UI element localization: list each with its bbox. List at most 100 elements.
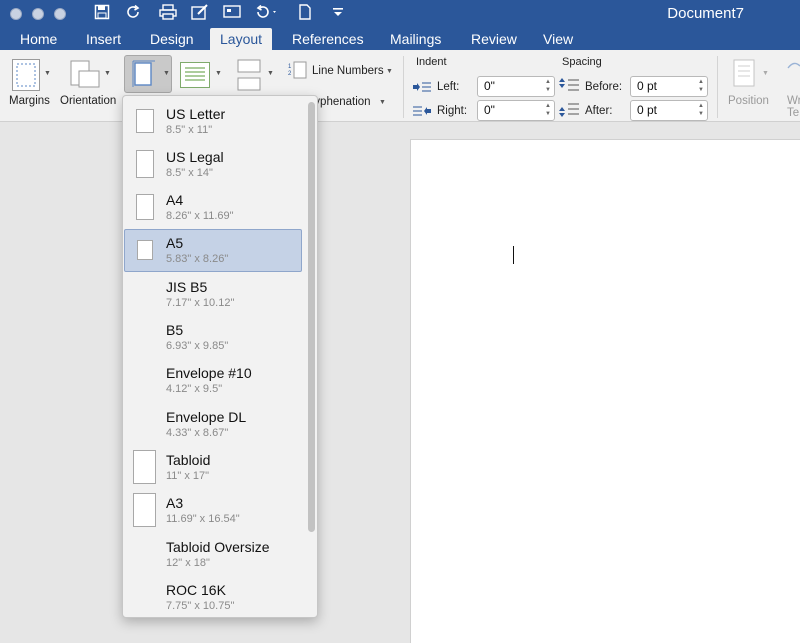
line-numbers-caret-icon[interactable]: ▼ <box>386 68 393 75</box>
item-name: Envelope DL <box>166 409 247 425</box>
hyphenation-caret-icon[interactable]: ▼ <box>379 99 386 106</box>
indent-left-field[interactable]: 0" ▲ ▼ <box>477 76 555 97</box>
spacing-before-label: Before: <box>585 81 623 93</box>
menu-item-envelope-10[interactable]: Envelope #10 4.12" x 9.5" <box>124 359 302 402</box>
svg-text:2: 2 <box>288 71 292 77</box>
document-page[interactable] <box>410 139 800 643</box>
position-icon[interactable] <box>732 58 758 93</box>
item-size: 8.5" x 14" <box>166 167 213 179</box>
close-window-button[interactable] <box>10 8 22 20</box>
tab-view[interactable]: View <box>533 28 583 50</box>
menu-item-b5[interactable]: B5 6.93" x 9.85" <box>124 316 302 359</box>
menu-scrollbar-thumb[interactable] <box>308 102 315 532</box>
indent-right-label: Right: <box>437 105 468 117</box>
page-thumbnail-icon <box>133 450 156 484</box>
tab-layout[interactable]: Layout <box>210 28 273 50</box>
menu-item-roc-16k[interactable]: ROC 16K 7.75" x 10.75" <box>124 576 302 617</box>
menu-item-us-letter[interactable]: US Letter 8.5" x 11" <box>124 100 302 143</box>
item-size: 8.26" x 11.69" <box>166 210 234 222</box>
page-thumbnail-icon <box>133 493 156 527</box>
tab-mailings[interactable]: Mailings <box>380 28 451 50</box>
size-caret-icon: ▼ <box>163 70 170 77</box>
orientation-caret-icon[interactable]: ▼ <box>104 70 111 77</box>
item-name: Tabloid <box>166 452 211 468</box>
spacing-after-value: 0 pt <box>637 103 658 117</box>
spacing-before-value: 0 pt <box>637 79 658 93</box>
zoom-window-button[interactable] <box>54 8 66 20</box>
menu-item-tabloid[interactable]: Tabloid 11" x 17" <box>124 446 302 489</box>
tab-insert[interactable]: Insert <box>76 28 131 50</box>
tab-home[interactable]: Home <box>10 28 67 50</box>
breaks-icon[interactable] <box>236 58 262 97</box>
ribbon-separator <box>403 56 404 118</box>
tab-design[interactable]: Design <box>140 28 204 50</box>
minimize-window-button[interactable] <box>32 8 44 20</box>
spacing-before-icon <box>559 77 579 100</box>
position-caret-icon[interactable]: ▼ <box>762 70 769 77</box>
menu-item-us-legal[interactable]: US Legal 8.5" x 14" <box>124 143 302 186</box>
item-name: A3 <box>166 495 184 511</box>
svg-text:1: 1 <box>288 64 292 70</box>
spacing-title: Spacing <box>562 56 602 68</box>
page-size-menu: US Letter 8.5" x 11" US Legal 8.5" x 14"… <box>122 95 318 618</box>
item-size: 11" x 17" <box>166 470 210 482</box>
new-document-icon[interactable] <box>298 4 312 25</box>
position-label[interactable]: Position <box>728 95 769 107</box>
menu-item-jis-b5[interactable]: JIS B5 7.17" x 10.12" <box>124 273 302 316</box>
redo-icon[interactable] <box>126 4 142 25</box>
item-size: 5.83" x 8.26" <box>166 253 229 265</box>
item-size: 4.12" x 9.5" <box>166 383 223 395</box>
spacing-before-field[interactable]: 0 pt ▲ ▼ <box>630 76 708 97</box>
indent-left-label: Left: <box>437 81 460 93</box>
indent-right-stepper[interactable]: ▲ ▼ <box>543 102 553 119</box>
undo-icon[interactable] <box>254 4 278 25</box>
size-button[interactable]: ▼ <box>124 55 172 93</box>
spacing-before-stepper[interactable]: ▲ ▼ <box>696 78 706 95</box>
wrap-text-icon[interactable] <box>784 58 800 93</box>
save-icon[interactable] <box>94 4 110 25</box>
margins-label[interactable]: Margins <box>9 95 50 107</box>
margins-icon[interactable] <box>12 59 40 91</box>
item-size: 7.17" x 10.12" <box>166 297 235 309</box>
tab-review[interactable]: Review <box>461 28 527 50</box>
breaks-caret-icon[interactable]: ▼ <box>267 70 274 77</box>
item-name: A5 <box>166 235 184 251</box>
ribbon: ▼ Margins ▼ Orientation ▼ ▼ ▼ 12 Line Nu… <box>0 50 800 122</box>
margins-caret-icon[interactable]: ▼ <box>44 70 51 77</box>
indent-left-stepper[interactable]: ▲ ▼ <box>543 78 553 95</box>
orientation-label[interactable]: Orientation <box>60 95 116 107</box>
item-size: 4.33" x 8.67" <box>166 427 229 439</box>
item-size: 8.5" x 11" <box>166 124 213 136</box>
columns-icon[interactable] <box>180 62 210 88</box>
item-name: A4 <box>166 192 184 208</box>
menu-item-a5[interactable]: A5 5.83" x 8.26" <box>124 229 302 272</box>
item-name: B5 <box>166 322 184 338</box>
item-size: 11.69" x 16.54" <box>166 513 240 525</box>
comment-icon[interactable] <box>223 4 241 25</box>
line-numbers-icon: 12 <box>288 61 308 84</box>
spacing-after-stepper[interactable]: ▲ ▼ <box>696 102 706 119</box>
spacing-after-field[interactable]: 0 pt ▲ ▼ <box>630 100 708 121</box>
edit-icon[interactable] <box>191 4 209 25</box>
print-icon[interactable] <box>159 4 177 25</box>
item-name: Tabloid Oversize <box>166 539 270 555</box>
item-size: 7.75" x 10.75" <box>166 600 235 612</box>
orientation-icon[interactable] <box>69 59 101 96</box>
wrap-text-label[interactable]: Wr Te <box>787 95 800 119</box>
document-title: Document7 <box>667 5 744 22</box>
indent-right-field[interactable]: 0" ▲ ▼ <box>477 100 555 121</box>
customize-icon[interactable] <box>332 4 344 25</box>
page-thumbnail-icon <box>136 150 154 178</box>
document-canvas <box>0 123 800 643</box>
ribbon-tabs: Home Insert Design Layout References Mai… <box>0 28 800 50</box>
text-cursor <box>513 246 514 264</box>
ribbon-separator-2 <box>717 56 718 118</box>
columns-caret-icon[interactable]: ▼ <box>215 70 222 77</box>
item-name: Envelope #10 <box>166 365 252 381</box>
menu-item-a4[interactable]: A4 8.26" x 11.69" <box>124 186 302 229</box>
line-numbers-label[interactable]: Line Numbers <box>312 65 384 77</box>
menu-item-tabloid-oversize[interactable]: Tabloid Oversize 12" x 18" <box>124 533 302 576</box>
menu-item-a3[interactable]: A3 11.69" x 16.54" <box>124 489 302 532</box>
menu-item-envelope-dl[interactable]: Envelope DL 4.33" x 8.67" <box>124 403 302 446</box>
tab-references[interactable]: References <box>282 28 374 50</box>
